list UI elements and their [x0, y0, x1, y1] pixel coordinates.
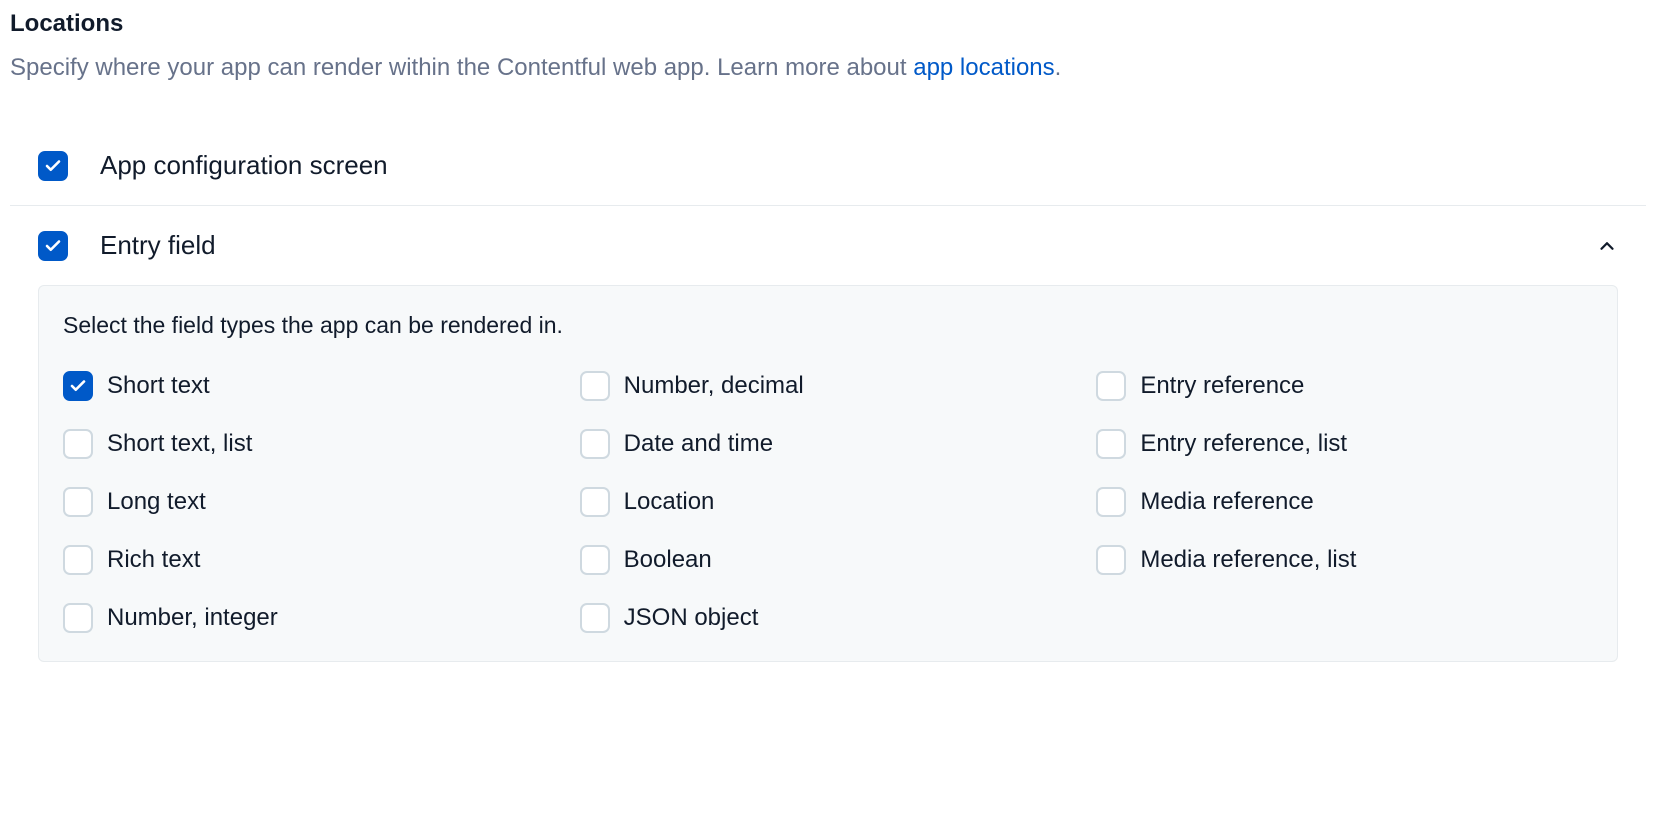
- field-item-boolean: Boolean: [580, 545, 1077, 575]
- field-label: JSON object: [624, 604, 759, 632]
- locations-description: Specify where your app can render within…: [10, 50, 1646, 86]
- entry-field-checkbox[interactable]: [38, 231, 68, 261]
- field-label: Short text: [107, 372, 210, 400]
- field-label: Short text, list: [107, 430, 252, 458]
- field-item-rich-text: Rich text: [63, 545, 560, 575]
- field-checkbox-media-reference[interactable]: [1096, 487, 1126, 517]
- field-types-description: Select the field types the app can be re…: [63, 312, 1593, 339]
- field-label: Entry reference, list: [1140, 430, 1347, 458]
- field-label: Rich text: [107, 546, 200, 574]
- field-item-date-time: Date and time: [580, 429, 1077, 459]
- field-label: Boolean: [624, 546, 712, 574]
- description-suffix: .: [1055, 54, 1062, 81]
- chevron-up-icon: [1596, 235, 1618, 257]
- field-item-media-reference-list: Media reference, list: [1096, 545, 1593, 575]
- field-checkbox-number-integer[interactable]: [63, 603, 93, 633]
- field-item-short-text: Short text: [63, 371, 560, 401]
- app-config-checkbox[interactable]: [38, 151, 68, 181]
- app-config-label: App configuration screen: [100, 150, 388, 181]
- field-label: Location: [624, 488, 715, 516]
- field-label: Media reference: [1140, 488, 1313, 516]
- field-checkbox-media-reference-list[interactable]: [1096, 545, 1126, 575]
- field-item-entry-reference-list: Entry reference, list: [1096, 429, 1593, 459]
- entry-field-toggle[interactable]: [1596, 235, 1618, 257]
- field-item-location: Location: [580, 487, 1077, 517]
- field-label: Long text: [107, 488, 206, 516]
- field-item-number-decimal: Number, decimal: [580, 371, 1077, 401]
- field-item-short-text-list: Short text, list: [63, 429, 560, 459]
- locations-heading: Locations: [10, 10, 1646, 38]
- field-checkbox-rich-text[interactable]: [63, 545, 93, 575]
- app-locations-link[interactable]: app locations: [913, 54, 1054, 81]
- field-checkbox-entry-reference[interactable]: [1096, 371, 1126, 401]
- field-checkbox-short-text[interactable]: [63, 371, 93, 401]
- entry-field-row-left: Entry field: [38, 230, 216, 261]
- field-label: Date and time: [624, 430, 773, 458]
- entry-field-label: Entry field: [100, 230, 216, 261]
- field-item-json-object: JSON object: [580, 603, 1077, 633]
- location-row-app-config: App configuration screen: [10, 126, 1646, 206]
- field-item-number-integer: Number, integer: [63, 603, 560, 633]
- field-checkbox-boolean[interactable]: [580, 545, 610, 575]
- field-item-media-reference: Media reference: [1096, 487, 1593, 517]
- description-prefix: Specify where your app can render within…: [10, 54, 913, 81]
- field-checkbox-json-object[interactable]: [580, 603, 610, 633]
- field-checkbox-short-text-list[interactable]: [63, 429, 93, 459]
- field-checkbox-number-decimal[interactable]: [580, 371, 610, 401]
- field-item-long-text: Long text: [63, 487, 560, 517]
- field-checkbox-location[interactable]: [580, 487, 610, 517]
- check-icon: [44, 157, 62, 175]
- field-label: Number, decimal: [624, 372, 804, 400]
- field-checkbox-long-text[interactable]: [63, 487, 93, 517]
- location-row-entry-field: Entry field: [10, 206, 1646, 285]
- field-label: Number, integer: [107, 604, 278, 632]
- field-label: Entry reference: [1140, 372, 1304, 400]
- field-item-entry-reference: Entry reference: [1096, 371, 1593, 401]
- field-checkbox-date-time[interactable]: [580, 429, 610, 459]
- field-label: Media reference, list: [1140, 546, 1356, 574]
- field-checkbox-entry-reference-list[interactable]: [1096, 429, 1126, 459]
- check-icon: [44, 237, 62, 255]
- field-types-panel: Select the field types the app can be re…: [38, 285, 1618, 662]
- check-icon: [69, 377, 87, 395]
- field-types-grid: Short text Number, decimal Entry referen…: [63, 371, 1593, 633]
